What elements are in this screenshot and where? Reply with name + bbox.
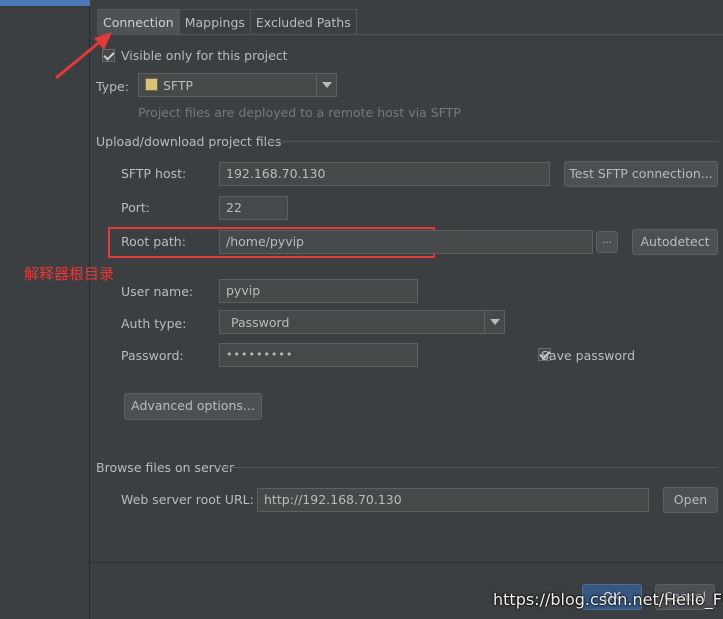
type-select[interactable]: SFTP [138,73,337,97]
autodetect-button[interactable]: Autodetect [632,229,718,255]
save-password-label: Save password [541,348,636,363]
sftp-icon [145,78,158,91]
tab-mappings[interactable]: Mappings [178,9,251,35]
left-pane-header [0,0,90,6]
browse-section-title: Browse files on server [96,460,235,475]
port-input[interactable]: 22 [219,196,288,220]
type-label: Type: [96,79,129,94]
tab-bar: Connection Mappings Excluded Paths [97,9,357,35]
left-pane [0,0,90,619]
test-connection-button[interactable]: Test SFTP connection... [564,161,718,187]
auth-type-select[interactable]: Password [219,310,505,334]
user-name-label: User name: [121,284,194,299]
browse-section-divider [216,467,718,468]
auth-type-label: Auth type: [121,316,187,331]
tab-excluded-paths[interactable]: Excluded Paths [249,9,357,35]
user-name-input[interactable]: pyvip [219,279,418,303]
visible-only-checkbox[interactable] [102,49,115,62]
watermark-text: https://blog.csdn.net/Hello_Fsir [493,590,723,609]
root-path-input[interactable]: /home/pyvip [219,230,593,254]
root-dir-annotation: 解释器根目录 [24,265,115,283]
upload-section-title: Upload/download project files [96,134,282,149]
type-value: SFTP [163,78,194,93]
open-button[interactable]: Open [663,487,718,513]
web-root-input[interactable]: http://192.168.70.130 [257,488,649,512]
password-input[interactable]: ••••••••• [219,343,418,367]
port-label: Port: [121,200,150,215]
chevron-down-icon [484,311,504,333]
auth-type-value: Password [231,315,290,330]
chevron-down-icon [316,74,336,96]
password-label: Password: [121,348,184,363]
advanced-options-button[interactable]: Advanced options... [124,393,262,420]
footer-divider [90,562,723,563]
sftp-host-label: SFTP host: [121,166,187,181]
web-root-label: Web server root URL: [121,492,254,507]
tab-underline [97,34,723,35]
root-path-label: Root path: [121,234,186,249]
sftp-host-input[interactable]: 192.168.70.130 [219,162,550,186]
type-hint: Project files are deployed to a remote h… [138,105,461,120]
visible-only-label: Visible only for this project [121,48,288,63]
upload-section-divider [262,141,718,142]
browse-root-path-button[interactable]: ... [596,231,618,253]
